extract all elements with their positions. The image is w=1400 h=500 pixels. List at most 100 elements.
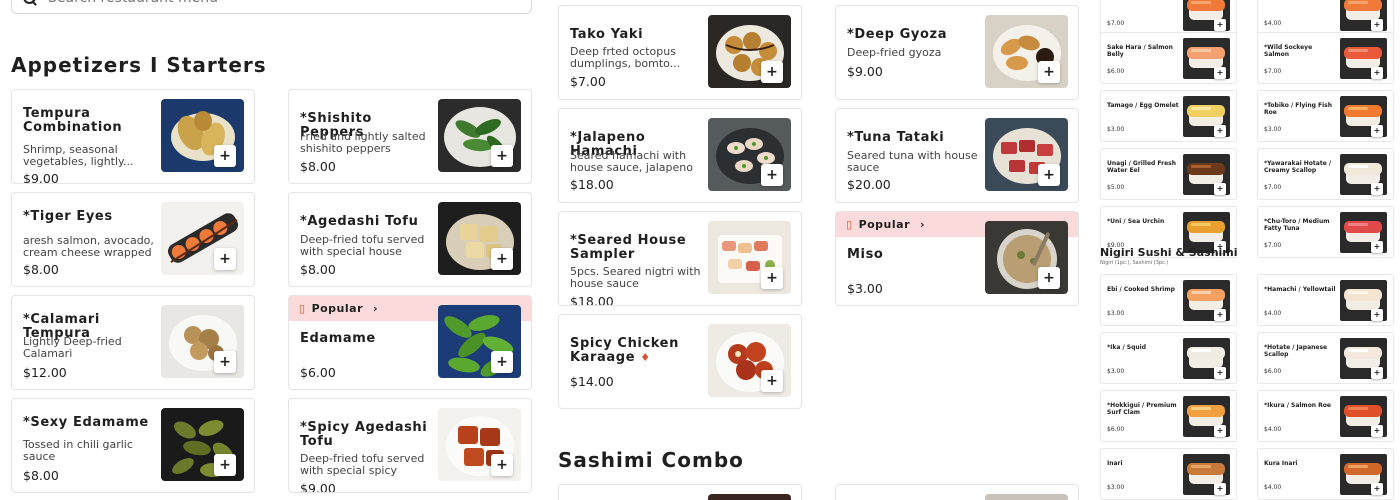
nigiri-item-card[interactable]: Sake Hara / Salmon Belly $6.00 + <box>1100 32 1237 84</box>
section-title-appetizers: Appetizers I Starters <box>11 53 267 77</box>
add-to-cart-button[interactable]: + <box>761 61 783 83</box>
add-to-cart-button[interactable]: + <box>1371 483 1383 495</box>
item-price: $3.00 <box>1107 126 1125 133</box>
item-price: $18.00 <box>570 294 614 306</box>
nigiri-item-card[interactable]: *Tobiko / Flying Fish Roe $3.00 + <box>1257 90 1394 142</box>
add-to-cart-button[interactable]: + <box>214 145 236 167</box>
item-price: $9.00 <box>300 481 336 493</box>
search-input[interactable] <box>48 0 448 6</box>
add-to-cart-button[interactable]: + <box>1214 425 1226 437</box>
item-name: Tamago / Egg Omelet <box>1107 102 1179 109</box>
nigiri-item-card[interactable]: Inari $3.00 + <box>1100 448 1237 500</box>
add-to-cart-button[interactable]: + <box>214 351 236 373</box>
nigiri-item-card[interactable]: $7.00 + <box>1100 0 1237 36</box>
add-to-cart-button[interactable]: + <box>491 351 513 373</box>
menu-item-card[interactable]: *Sexy Edamame Tossed in chili garlic sau… <box>11 398 255 493</box>
add-to-cart-button[interactable]: + <box>214 248 236 270</box>
menu-item-card[interactable]: *Tiger Eyes aresh salmon, avocado, cream… <box>11 192 255 287</box>
nigiri-item-card[interactable]: Ebi / Cooked Shrimp $3.00 + <box>1100 274 1237 326</box>
chili-icon: ♦ <box>640 351 651 364</box>
nigiri-item-card[interactable]: *Ikura / Salmon Roe $4.00 + <box>1257 390 1394 442</box>
item-price: $8.00 <box>23 262 59 277</box>
add-to-cart-button[interactable]: + <box>1371 183 1383 195</box>
add-to-cart-button[interactable]: + <box>1214 67 1226 79</box>
menu-item-card[interactable]: Tempura Combination Shrimp, seasonal veg… <box>11 89 255 184</box>
add-to-cart-button[interactable]: + <box>1214 309 1226 321</box>
nigiri-item-card[interactable]: *Ika / Squid $3.00 + <box>1100 332 1237 384</box>
add-to-cart-button[interactable]: + <box>1371 67 1383 79</box>
item-price: $20.00 <box>847 177 891 192</box>
add-to-cart-button[interactable]: + <box>1371 425 1383 437</box>
search-icon <box>22 0 38 6</box>
nigiri-item-card[interactable]: *Hotate / Japanese Scallop $6.00 + <box>1257 332 1394 384</box>
nigiri-item-card[interactable]: *Chu-Toro / Medium Fatty Tuna $7.00 + <box>1257 206 1394 258</box>
nigiri-item-card[interactable]: *Hamachi / Yellowtail $4.00 + <box>1257 274 1394 326</box>
add-to-cart-button[interactable]: + <box>1214 483 1226 495</box>
item-name: Spicy Chicken Karaage ♦ <box>570 336 679 365</box>
item-price: $7.00 <box>1264 242 1282 249</box>
nigiri-item-card[interactable]: *Wild Sockeye Salmon $7.00 + <box>1257 32 1394 84</box>
add-to-cart-button[interactable]: + <box>761 267 783 289</box>
add-to-cart-button[interactable]: + <box>214 454 236 476</box>
item-description: 5pcs. Seared nigtri with house sauce <box>570 266 701 290</box>
add-to-cart-button[interactable]: + <box>491 248 513 270</box>
add-to-cart-button[interactable]: + <box>1214 367 1226 379</box>
menu-item-card[interactable]: ▯ Popular › Edamame $6.00 + <box>288 295 532 390</box>
add-to-cart-button[interactable]: + <box>1371 309 1383 321</box>
add-to-cart-button[interactable]: + <box>1038 267 1060 289</box>
nigiri-item-card[interactable]: *Hokkigui / Premium Surf Clam $6.00 + <box>1100 390 1237 442</box>
menu-item-card[interactable]: *Deep Gyoza Deep-fried gyoza $9.00 + <box>835 5 1079 100</box>
item-name: *Wild Sockeye Salmon <box>1264 44 1313 58</box>
item-name: *Tuna Tataki <box>847 130 945 145</box>
add-to-cart-button[interactable]: + <box>1214 125 1226 137</box>
add-to-cart-button[interactable]: + <box>1214 183 1226 195</box>
nigiri-item-card[interactable]: Unagi / Grilled Fresh Water Eel $5.00 + <box>1100 148 1237 200</box>
nigiri-item-card[interactable]: $4.00 + <box>1257 0 1394 36</box>
item-price: $4.00 <box>1264 310 1282 317</box>
nigiri-item-card[interactable]: Tamago / Egg Omelet $3.00 + <box>1100 90 1237 142</box>
nigiri-item-card[interactable]: *Yawarakai Hotate / Creamy Scallop $7.00 + <box>1257 148 1394 200</box>
menu-item-card[interactable]: Tako Yaki Deep frted octopus dumplings, … <box>558 5 802 100</box>
menu-item-card[interactable]: *Jalapeno Hamachi Seared hamachi with ho… <box>558 108 802 203</box>
menu-item-card[interactable]: Spicy Chicken Karaage ♦ $14.00 + <box>558 314 802 409</box>
menu-item-card[interactable]: *Calamari Tempura Lightly Deep-fried Cal… <box>11 295 255 390</box>
add-to-cart-button[interactable]: + <box>1371 125 1383 137</box>
item-description: Tossed in chili garlic sauce <box>23 439 133 463</box>
menu-item-card[interactable]: *Shishito Peppers Fried and lightly salt… <box>288 89 532 184</box>
section-title-sashimi-combo: Sashimi Combo <box>558 448 744 472</box>
item-name: *Uni / Sea Urchin <box>1107 218 1165 225</box>
item-price: $7.00 <box>570 74 606 89</box>
item-name: Tempura Combination <box>23 106 123 135</box>
menu-item-card[interactable]: *Agedashi Tofu Deep-fried tofu served wi… <box>288 192 532 287</box>
add-to-cart-button[interactable]: + <box>761 164 783 186</box>
item-price: $8.00 <box>300 159 336 174</box>
add-to-cart-button[interactable]: + <box>1038 164 1060 186</box>
add-to-cart-button[interactable]: + <box>1038 61 1060 83</box>
add-to-cart-button[interactable]: + <box>491 145 513 167</box>
add-to-cart-button[interactable]: + <box>761 370 783 392</box>
menu-item-card[interactable]: *Spicy Agedashi Tofu Deep-fried tofu ser… <box>288 398 532 493</box>
item-description: Lightly Deep-fried Calamari <box>23 336 122 360</box>
add-to-cart-button[interactable]: + <box>1214 19 1226 31</box>
item-price: $5.00 <box>1107 184 1125 191</box>
item-description: Deep-fried tofu served with special spic… <box>300 453 425 477</box>
add-to-cart-button[interactable]: + <box>1371 367 1383 379</box>
item-price: $6.00 <box>1264 368 1282 375</box>
item-name: *Hotate / Japanese Scallop <box>1264 344 1328 358</box>
menu-item-card[interactable] <box>558 484 802 500</box>
item-price: $6.00 <box>1107 68 1125 75</box>
item-name: Unagi / Grilled Fresh Water Eel <box>1107 160 1177 174</box>
menu-item-card[interactable] <box>835 484 1079 500</box>
add-to-cart-button[interactable]: + <box>1371 19 1383 31</box>
menu-item-card[interactable]: *Tuna Tataki Seared tuna with house sauc… <box>835 108 1079 203</box>
nigiri-item-card[interactable]: Kura Inari $4.00 + <box>1257 448 1394 500</box>
item-price: $18.00 <box>570 177 614 192</box>
menu-item-card[interactable]: ▯ Popular › Miso $3.00 + <box>835 211 1079 306</box>
item-price: $9.00 <box>23 171 59 184</box>
item-name: *Deep Gyoza <box>847 27 948 42</box>
add-to-cart-button[interactable]: + <box>491 454 513 476</box>
item-price: $4.00 <box>1264 484 1282 491</box>
menu-search[interactable] <box>11 0 532 14</box>
add-to-cart-button[interactable]: + <box>1371 241 1383 253</box>
menu-item-card[interactable]: *Seared House Sampler 5pcs. Seared nigtr… <box>558 211 802 306</box>
